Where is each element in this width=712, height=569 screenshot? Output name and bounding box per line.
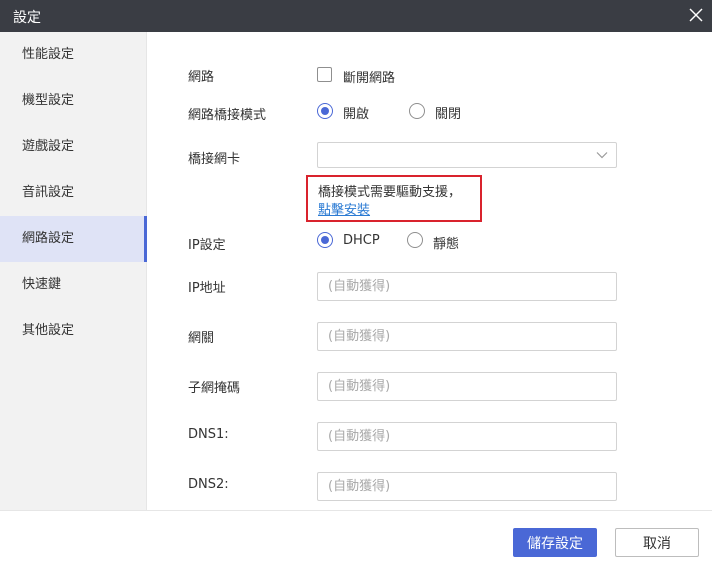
dns2-input[interactable]: [317, 472, 617, 501]
install-driver-link[interactable]: 點擊安裝: [318, 202, 370, 220]
sidebar-item-performance[interactable]: 性能設定: [0, 32, 147, 78]
settings-sidebar: 性能設定 機型設定 遊戲設定 音訊設定 網路設定 快速鍵 其他設定: [0, 32, 147, 510]
ip-address-label: IP地址: [188, 281, 226, 296]
bridge-mode-on-radio[interactable]: [317, 103, 333, 119]
window-title: 設定: [13, 10, 41, 26]
bridge-mode-on-label[interactable]: 開啟: [343, 103, 369, 122]
title-bar: 設定: [0, 0, 712, 32]
dns1-input[interactable]: [317, 422, 617, 451]
sidebar-item-label: 機型設定: [22, 93, 75, 108]
sidebar-item-game[interactable]: 遊戲設定: [0, 124, 147, 170]
gateway-label: 網關: [188, 331, 215, 346]
sidebar-item-shortcuts[interactable]: 快速鍵: [0, 262, 147, 308]
sidebar-item-label: 網路設定: [22, 231, 75, 246]
sidebar-item-network[interactable]: 網路設定: [0, 216, 147, 262]
bridge-nic-label: 橋接網卡: [188, 152, 241, 167]
dialog-footer: 儲存設定 取消: [0, 510, 712, 569]
disconnect-network-label[interactable]: 斷開網路: [343, 67, 395, 86]
ip-address-input[interactable]: [317, 272, 617, 301]
sidebar-item-label: 性能設定: [22, 47, 75, 62]
network-settings-panel: 網路 斷開網路 網路橋接模式 開啟 關閉 橋接網卡 橋接模式需要驅動支援， 點擊…: [148, 32, 712, 510]
sidebar-item-label: 其他設定: [22, 323, 75, 338]
chevron-down-icon: [596, 152, 608, 159]
driver-notice: 橋接模式需要驅動支援， 點擊安裝: [306, 175, 482, 222]
ip-settings-label: IP設定: [188, 238, 226, 253]
sidebar-item-device-model[interactable]: 機型設定: [0, 78, 147, 124]
save-settings-button[interactable]: 儲存設定: [513, 528, 597, 557]
bridge-nic-select[interactable]: [317, 142, 617, 168]
subnet-mask-label: 子網掩碼: [188, 381, 241, 396]
sidebar-item-label: 遊戲設定: [22, 139, 75, 154]
ip-static-radio[interactable]: [407, 232, 423, 248]
sidebar-item-other[interactable]: 其他設定: [0, 308, 147, 354]
subnet-mask-input[interactable]: [317, 372, 617, 401]
dns2-label: DNS2:: [188, 477, 229, 492]
close-icon[interactable]: [686, 5, 706, 25]
network-label: 網路: [188, 70, 215, 85]
sidebar-item-audio[interactable]: 音訊設定: [0, 170, 147, 216]
gateway-input[interactable]: [317, 322, 617, 351]
ip-static-label[interactable]: 靜態: [433, 233, 459, 252]
sidebar-item-label: 音訊設定: [22, 185, 75, 200]
disconnect-network-checkbox[interactable]: [317, 67, 332, 82]
dns1-label: DNS1:: [188, 427, 229, 442]
ip-dhcp-radio[interactable]: [317, 232, 333, 248]
cancel-button[interactable]: 取消: [615, 528, 699, 557]
ip-dhcp-label[interactable]: DHCP: [343, 233, 380, 248]
driver-notice-text: 橋接模式需要驅動支援，: [318, 185, 462, 200]
bridge-mode-off-label[interactable]: 關閉: [435, 103, 461, 122]
sidebar-item-label: 快速鍵: [22, 277, 62, 292]
bridge-mode-label: 網路橋接模式: [188, 108, 267, 123]
bridge-mode-off-radio[interactable]: [409, 103, 425, 119]
